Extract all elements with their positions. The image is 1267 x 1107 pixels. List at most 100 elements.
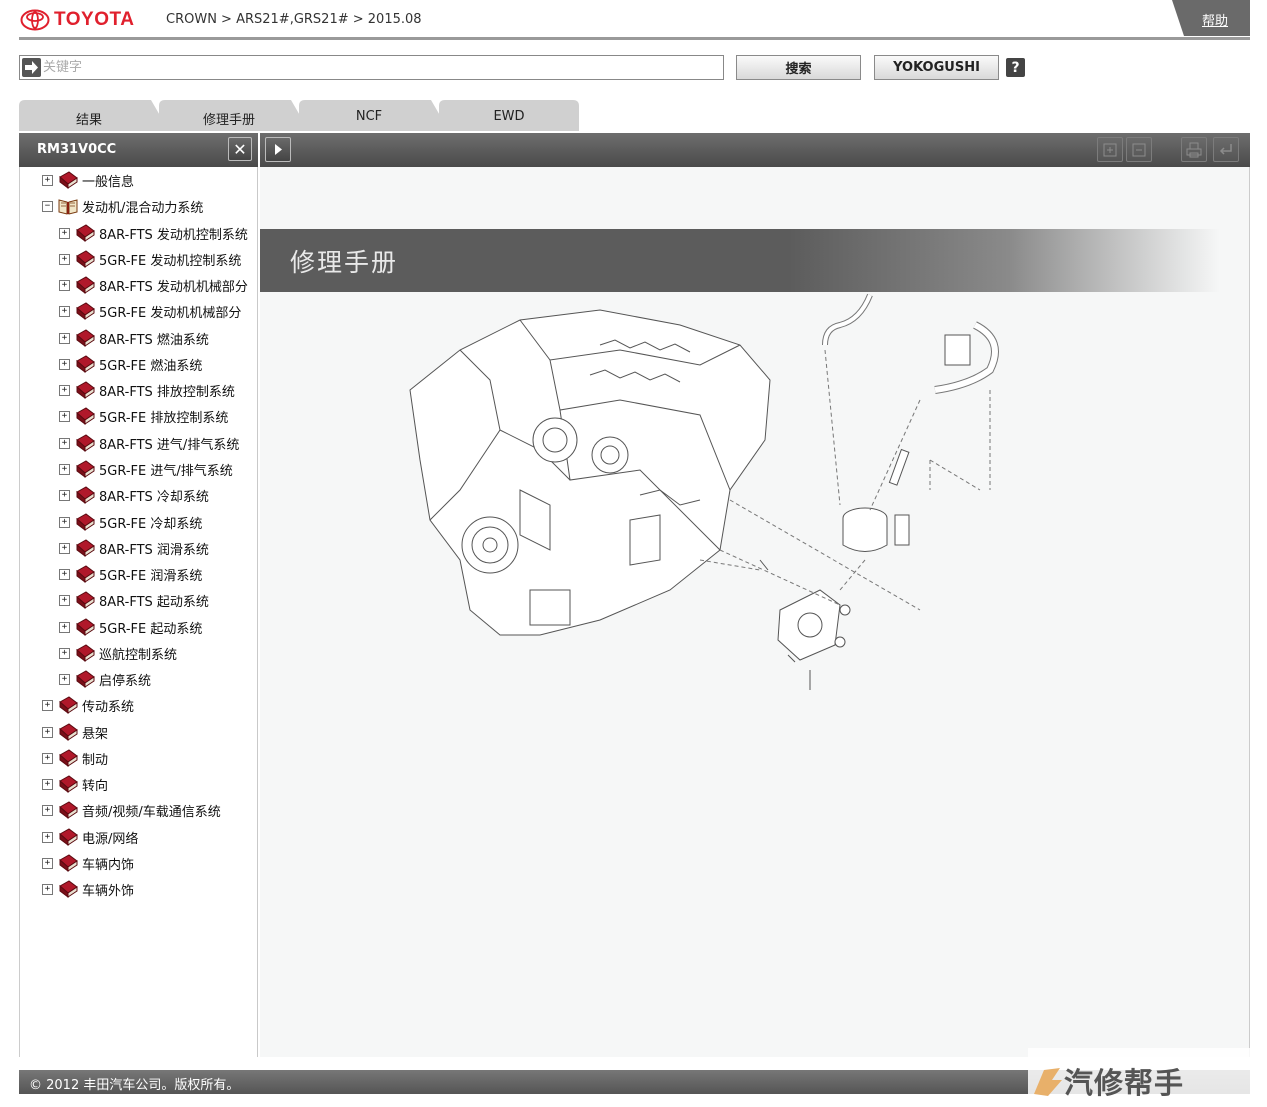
tree-item-label: 8AR-FTS 燃油系统 — [99, 332, 209, 348]
back-button[interactable] — [1213, 137, 1239, 162]
tree-item[interactable]: + 启停系统 — [59, 668, 151, 690]
tree-item[interactable]: +5GR-FE 排放控制系统 — [59, 405, 228, 427]
book-icon — [76, 670, 95, 688]
tree-item[interactable]: +8AR-FTS 发动机机械部分 — [59, 274, 248, 296]
tree-item-label: 8AR-FTS 冷却系统 — [99, 489, 209, 505]
close-icon[interactable]: ✕ — [228, 137, 252, 161]
book-icon — [76, 644, 95, 662]
content-toolbar — [260, 133, 1250, 167]
tab-repair-manual[interactable]: 修理手册 — [159, 100, 309, 131]
expand-toggle-icon[interactable]: + — [59, 332, 70, 344]
expand-toggle-icon[interactable]: + — [42, 726, 53, 738]
tree-item[interactable]: + 转向 — [42, 773, 108, 795]
help-link[interactable]: 帮助 — [1202, 10, 1228, 29]
tree-item-label: 车辆内饰 — [82, 857, 135, 873]
breadcrumb: CROWN > ARS21#,GRS21# > 2015.08 — [166, 12, 422, 27]
tree-item[interactable]: + 悬架 — [42, 721, 108, 743]
tree-item[interactable]: + 制动 — [42, 747, 108, 769]
expand-toggle-icon[interactable]: + — [42, 804, 53, 816]
tree-item[interactable]: +8AR-FTS 冷却系统 — [59, 484, 209, 506]
yokogushi-button[interactable]: YOKOGUSHI — [874, 55, 999, 80]
expand-toggle-icon[interactable]: + — [59, 358, 70, 370]
tree-item[interactable]: +5GR-FE 燃油系统 — [59, 353, 202, 375]
tree-item-label: 电源/网络 — [82, 831, 139, 847]
tab-ewd[interactable]: EWD — [439, 100, 589, 131]
expand-toggle-icon[interactable]: + — [42, 752, 53, 764]
tree-item-label: 发动机/混合动力系统 — [82, 200, 204, 216]
expand-toggle-icon[interactable]: + — [59, 305, 70, 317]
tree-item-label: 传动系统 — [82, 699, 135, 715]
expand-toggle-icon[interactable]: + — [42, 883, 53, 895]
book-icon — [76, 434, 95, 452]
help-tab[interactable]: 帮助 — [1172, 0, 1250, 36]
tree-item-label: 8AR-FTS 发动机控制系统 — [99, 227, 248, 243]
zoom-in-button[interactable] — [1097, 137, 1123, 162]
tree-item[interactable]: +5GR-FE 起动系统 — [59, 616, 202, 638]
help-icon[interactable]: ? — [1006, 58, 1025, 77]
expand-toggle-icon[interactable]: + — [42, 857, 53, 869]
tab-ncf[interactable]: NCF — [299, 100, 449, 131]
tree-item[interactable]: + 音频/视频/车载通信系统 — [42, 799, 221, 821]
book-icon — [59, 801, 78, 819]
book-icon — [76, 539, 95, 557]
expand-toggle-icon[interactable]: + — [42, 831, 53, 843]
expand-toggle-icon[interactable]: + — [59, 437, 70, 449]
expand-panel-button[interactable] — [265, 137, 291, 162]
expand-toggle-icon[interactable]: + — [59, 227, 70, 239]
expand-toggle-icon[interactable]: + — [59, 463, 70, 475]
copyright-text: © 2012 丰田汽车公司。版权所有。 — [29, 1078, 240, 1093]
tree-item[interactable]: +5GR-FE 润滑系统 — [59, 563, 202, 585]
tree-item[interactable]: +5GR-FE 发动机控制系统 — [59, 248, 241, 270]
search-button[interactable]: 搜索 — [736, 55, 861, 80]
expand-toggle-icon[interactable]: + — [59, 279, 70, 291]
expand-toggle-icon[interactable]: + — [42, 699, 53, 711]
tree-item[interactable]: +5GR-FE 发动机机械部分 — [59, 300, 241, 322]
tree-item[interactable]: +8AR-FTS 润滑系统 — [59, 537, 209, 559]
tree-item[interactable]: + 车辆内饰 — [42, 852, 134, 874]
expand-toggle-icon[interactable]: + — [42, 174, 53, 186]
tree-item[interactable]: +8AR-FTS 发动机控制系统 — [59, 222, 248, 244]
tree-item[interactable]: +8AR-FTS 进气/排气系统 — [59, 432, 239, 454]
expand-toggle-icon[interactable]: + — [59, 384, 70, 396]
expand-toggle-icon[interactable]: + — [42, 778, 53, 790]
tree-item[interactable]: + 一般信息 — [42, 169, 134, 191]
banner-title: 修理手册 — [290, 248, 399, 277]
search-field[interactable] — [19, 55, 724, 80]
tree-item[interactable]: +8AR-FTS 燃油系统 — [59, 327, 209, 349]
tree-item[interactable]: +5GR-FE 进气/排气系统 — [59, 458, 233, 480]
book-icon — [59, 775, 78, 793]
book-icon — [76, 513, 95, 531]
tree-item[interactable]: +8AR-FTS 起动系统 — [59, 589, 209, 611]
expand-toggle-icon[interactable]: + — [59, 516, 70, 528]
book-icon — [76, 355, 95, 373]
tree-item-label: 5GR-FE 排放控制系统 — [99, 410, 229, 426]
watermark-logo-icon — [1034, 1068, 1062, 1096]
zoom-out-button[interactable] — [1126, 137, 1152, 162]
expand-toggle-icon[interactable]: + — [59, 542, 70, 554]
collapse-toggle-icon[interactable]: − — [42, 200, 53, 212]
tree-item[interactable]: +5GR-FE 冷却系统 — [59, 511, 202, 533]
navigation-tree: + 一般信息 − 发动机/混合动力系统 +8AR-FTS 发动机控制系统 +5GR-FE … — [19, 167, 258, 1057]
tree-item-label: 转向 — [82, 778, 109, 794]
tree-item[interactable]: + 传动系统 — [42, 694, 134, 716]
tab-label: 修理手册 — [202, 113, 255, 128]
expand-toggle-icon[interactable]: + — [59, 647, 70, 659]
expand-toggle-icon[interactable]: + — [59, 253, 70, 265]
tree-item[interactable]: + 电源/网络 — [42, 826, 138, 848]
book-icon — [59, 696, 78, 714]
print-button[interactable] — [1181, 137, 1207, 162]
tree-item[interactable]: +8AR-FTS 排放控制系统 — [59, 379, 235, 401]
tree-item[interactable]: − 发动机/混合动力系统 — [42, 195, 203, 217]
book-icon — [59, 880, 78, 898]
expand-toggle-icon[interactable]: + — [59, 568, 70, 580]
search-input[interactable] — [43, 57, 713, 77]
document-id: RM31V0CC — [37, 142, 117, 157]
expand-toggle-icon[interactable]: + — [59, 673, 70, 685]
expand-toggle-icon[interactable]: + — [59, 621, 70, 633]
expand-toggle-icon[interactable]: + — [59, 489, 70, 501]
tab-results[interactable]: 结果 — [19, 100, 169, 131]
tree-item[interactable]: + 车辆外饰 — [42, 878, 134, 900]
expand-toggle-icon[interactable]: + — [59, 594, 70, 606]
tree-item[interactable]: + 巡航控制系统 — [59, 642, 177, 664]
expand-toggle-icon[interactable]: + — [59, 410, 70, 422]
